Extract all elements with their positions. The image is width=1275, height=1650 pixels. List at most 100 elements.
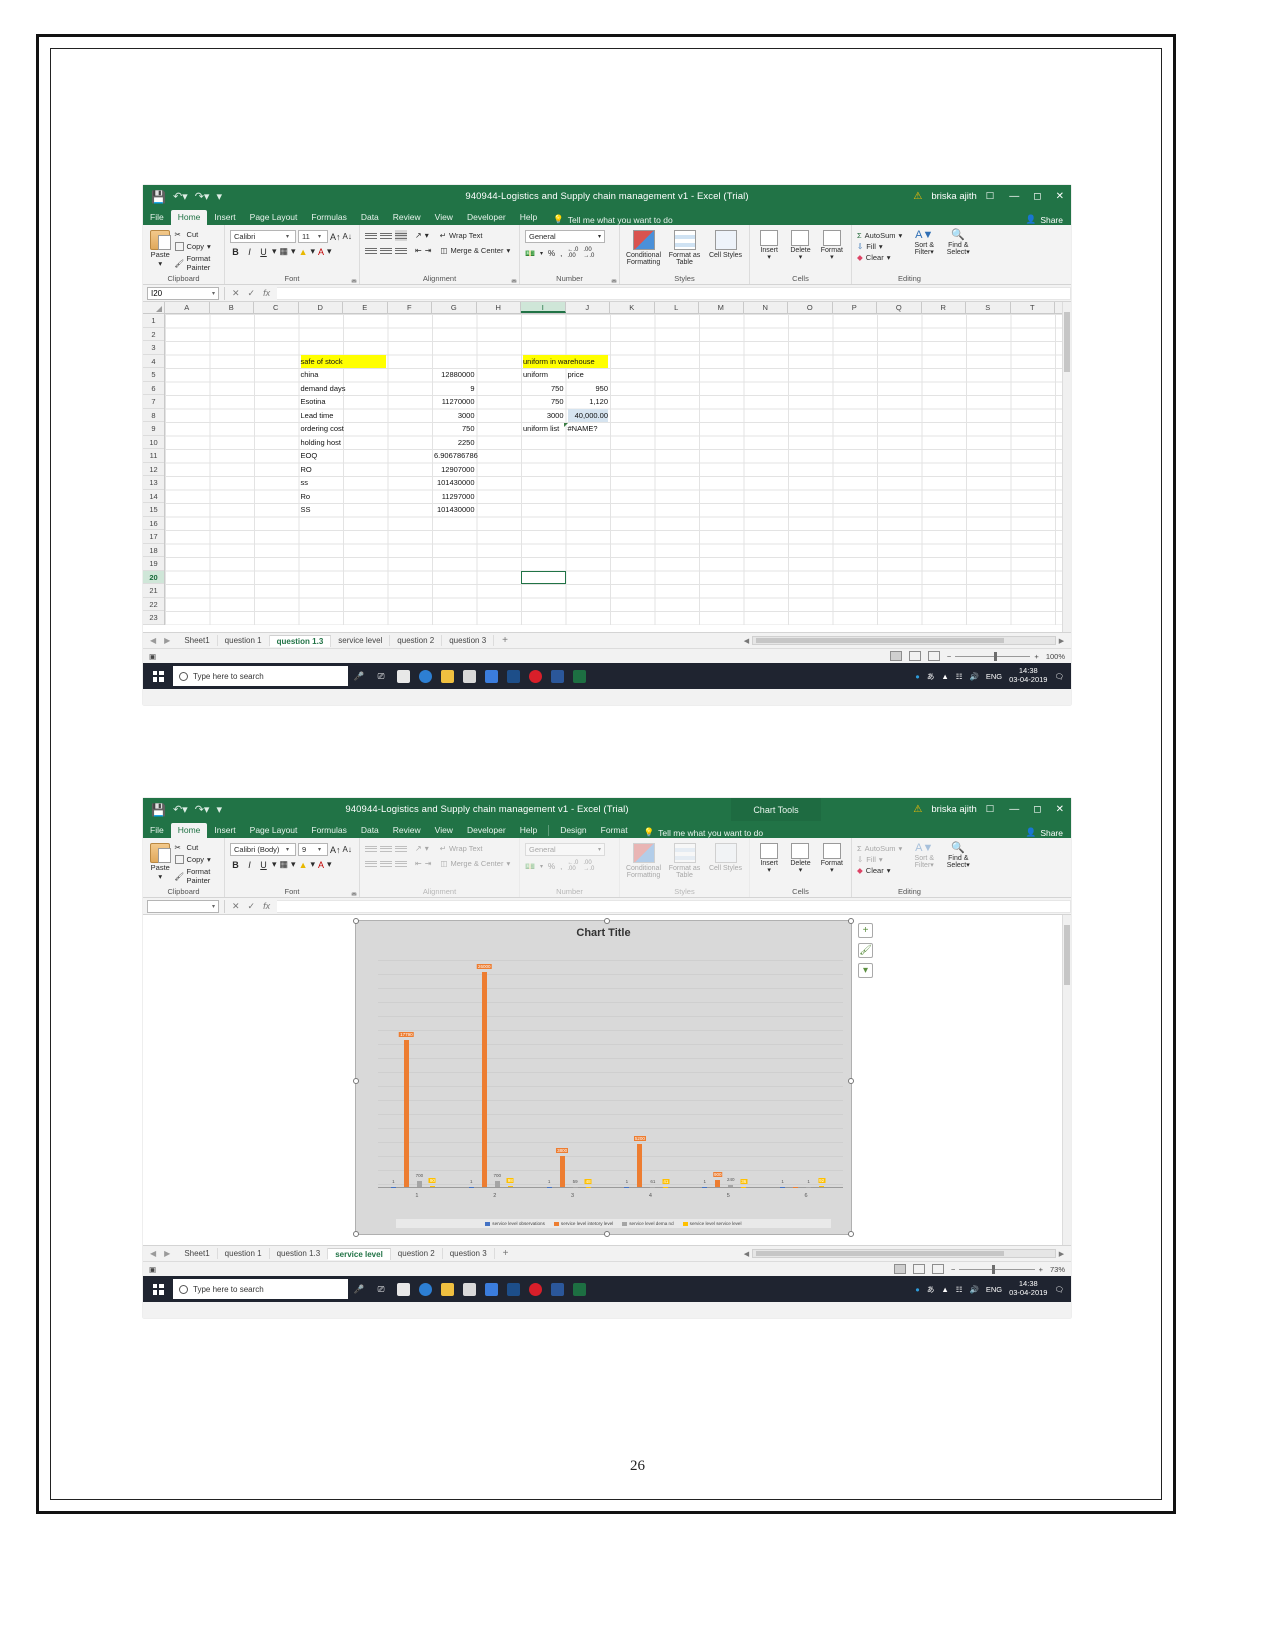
vertical-scroll-thumb-2[interactable] <box>1064 925 1070 985</box>
cell-D11[interactable]: EOQ <box>301 449 342 463</box>
hscroll-right-icon[interactable]: ▶ <box>1056 1250 1067 1258</box>
row-header-22[interactable]: 22 <box>143 598 164 611</box>
format-cells-button-2[interactable]: Format ▾ <box>818 843 846 875</box>
word-icon-1[interactable] <box>546 663 568 689</box>
file-explorer-icon-2[interactable] <box>436 1276 458 1302</box>
format-as-table-button-1[interactable]: Format as Table <box>666 230 703 267</box>
sheet-tab-question-2[interactable]: question 2 <box>391 1248 443 1259</box>
action-center-icon-2[interactable]: 🗨 <box>1054 1285 1064 1294</box>
font-size-input-2[interactable]: 9 ▾ <box>298 843 328 856</box>
cell-D4[interactable]: safe of stock <box>300 354 386 368</box>
share-button-2[interactable]: 👤 Share <box>1026 827 1071 838</box>
currency-icon[interactable]: 💵 <box>525 249 535 258</box>
chart-bar[interactable]: 700 <box>493 1173 501 1187</box>
cell-G11[interactable]: 6.906786786 <box>434 449 478 463</box>
row-header-20[interactable]: 20 <box>143 570 164 584</box>
sheet-prev-icon[interactable]: ◀ <box>150 1249 156 1258</box>
italic-button-2[interactable]: I <box>244 860 255 870</box>
horizontal-scrollbar-1[interactable]: ◀ ▶ <box>741 636 1071 645</box>
cell-J7[interactable]: 1,120 <box>568 395 608 409</box>
sheet-nav-arrows-2[interactable]: ◀ ▶ <box>143 1249 177 1258</box>
font-color-icon[interactable]: A <box>318 247 324 257</box>
cell-J9[interactable]: #NAME? <box>563 422 609 436</box>
start-button-2[interactable] <box>143 1283 173 1295</box>
cell-G14[interactable]: 11297000 <box>434 490 475 504</box>
redo-icon[interactable]: ↷▾ <box>195 803 210 816</box>
tab-developer[interactable]: Developer <box>460 823 513 838</box>
name-box-dropdown-icon[interactable]: ▾ <box>212 903 215 910</box>
chart-bar[interactable]: 59 <box>573 1179 578 1187</box>
chart-bar[interactable]: 3800 <box>556 1147 569 1187</box>
cell-G5[interactable]: 12880000 <box>434 368 474 382</box>
cell-I6[interactable]: 750 <box>523 382 564 396</box>
sheet-next-icon[interactable]: ▶ <box>164 1249 170 1258</box>
cell-G13[interactable]: 101430000 <box>434 476 475 490</box>
tab-chart-design[interactable]: Design <box>553 823 593 838</box>
format-dropdown-icon[interactable]: ▾ <box>830 254 834 261</box>
delete-cells-button-2[interactable]: Delete ▾ <box>786 843 814 875</box>
chart-legend-item[interactable]: service level intetory level <box>553 1221 613 1226</box>
active-cell-selection[interactable] <box>521 570 566 584</box>
tab-page-layout[interactable]: Page Layout <box>243 210 305 225</box>
volume-icon-1[interactable]: 🔊 <box>969 672 978 681</box>
window-buttons-1[interactable]: — ◻ ✕ <box>1003 191 1064 202</box>
cancel-formula-icon[interactable]: ✕ <box>232 288 240 299</box>
taskbar-search-2[interactable]: Type here to search <box>173 1279 348 1299</box>
chart-bar[interactable]: 48 <box>584 1178 592 1187</box>
zoom-out-icon[interactable]: − <box>947 652 951 661</box>
chart-bar[interactable]: 1 <box>468 1179 474 1187</box>
hscroll-track-1[interactable] <box>752 636 1056 645</box>
cell-D7[interactable]: Esotina <box>301 395 342 409</box>
cell-G7[interactable]: 11270000 <box>434 395 475 409</box>
resize-handle-s[interactable] <box>603 1231 610 1237</box>
row-header-19[interactable]: 19 <box>143 557 164 571</box>
row-header-9[interactable]: 9 <box>143 422 164 436</box>
tab-insert[interactable]: Insert <box>207 210 242 225</box>
font-size-dropdown-icon[interactable]: ▾ <box>315 233 324 240</box>
currency-dropdown-icon[interactable]: ▾ <box>540 250 543 257</box>
tab-insert[interactable]: Insert <box>207 823 242 838</box>
action-center-icon-1[interactable]: 🗨 <box>1054 672 1064 681</box>
worksheet-grid-1[interactable]: ABCDEFGHIJKLMNOPQRST 1 2 3 4 5 6 7 8 9 10 11 12 13 14… <box>143 302 1071 632</box>
chart-bar[interactable]: 92 <box>818 1178 826 1187</box>
sheet-prev-icon[interactable]: ◀ <box>150 636 156 645</box>
opera-icon-1[interactable] <box>524 663 546 689</box>
cell-I7[interactable]: 750 <box>523 395 564 409</box>
app-icon-1[interactable] <box>502 663 524 689</box>
add-sheet-button-1[interactable]: + <box>494 635 516 646</box>
copy-dropdown-icon[interactable]: ▾ <box>207 855 211 864</box>
percent-style-button-1[interactable]: % <box>548 249 555 258</box>
column-header-n[interactable]: N <box>744 302 788 313</box>
tab-review[interactable]: Review <box>386 210 428 225</box>
chart-legend-item[interactable]: service level observations <box>485 1221 545 1226</box>
vertical-scrollbar-2[interactable] <box>1062 915 1071 1245</box>
insert-cells-button-2[interactable]: Insert ▾ <box>755 843 783 875</box>
customize-qat-icon[interactable]: ▾ <box>216 190 222 203</box>
cell-G8[interactable]: 3000 <box>434 409 475 423</box>
cell-I4[interactable]: uniform in warehouse <box>523 354 608 368</box>
opera-icon-2[interactable] <box>524 1276 546 1302</box>
column-header-p[interactable]: P <box>833 302 877 313</box>
font-color-icon[interactable]: A <box>318 860 324 870</box>
language-indicator-1[interactable]: ENG <box>986 672 1002 681</box>
autosum-button-1[interactable]: Σ AutoSum ▾ <box>857 231 902 240</box>
ime-icon-2[interactable]: あ <box>927 1284 935 1295</box>
zoom-level-2[interactable]: 73% <box>1050 1265 1065 1274</box>
align-right-icon[interactable] <box>395 245 407 256</box>
volume-icon-2[interactable]: 🔊 <box>969 1285 978 1294</box>
tab-help[interactable]: Help <box>513 823 544 838</box>
shrink-font-icon[interactable]: A↓ <box>343 232 352 241</box>
insert-dropdown-icon[interactable]: ▾ <box>767 867 771 874</box>
chart-title[interactable]: Chart Title <box>356 921 851 939</box>
tab-view[interactable]: View <box>428 210 460 225</box>
cell-I9[interactable]: uniform list <box>523 422 564 436</box>
borders-icon[interactable]: ▦ <box>280 859 289 870</box>
cell-D12[interactable]: RO <box>301 463 342 477</box>
cell-I8[interactable]: 3000 <box>523 409 564 423</box>
insert-cells-button-1[interactable]: Insert ▾ <box>755 230 783 262</box>
tab-data[interactable]: Data <box>354 210 386 225</box>
cell-G15[interactable]: 101430000 <box>434 503 475 517</box>
quick-access-toolbar-2[interactable]: 💾 ↶▾ ↷▾ ▾ <box>143 803 222 817</box>
tab-data[interactable]: Data <box>354 823 386 838</box>
tab-formulas[interactable]: Formulas <box>304 823 353 838</box>
